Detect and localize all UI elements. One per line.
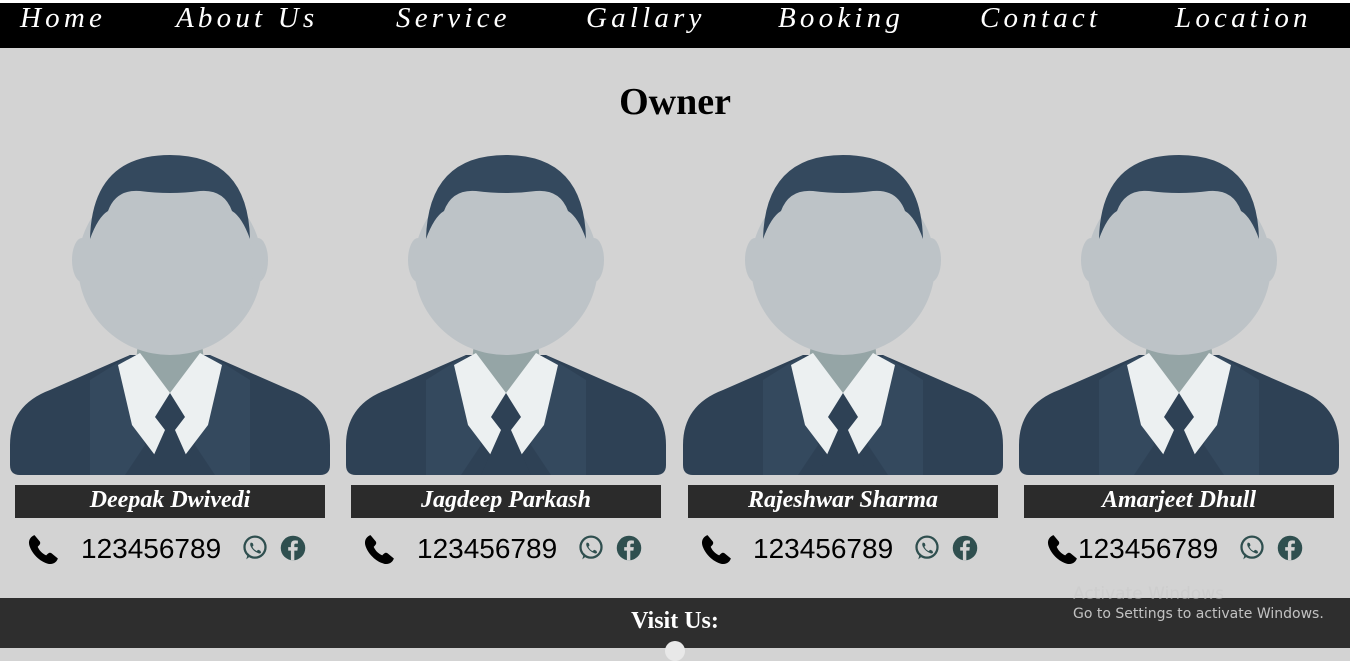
owner-name: Jagdeep Parkash — [351, 485, 661, 518]
phone-icon — [26, 533, 60, 567]
owner-phone: 123456789 — [753, 533, 894, 564]
facebook-icon[interactable] — [279, 534, 307, 562]
phone-icon — [1045, 533, 1079, 567]
owner-contact: 123456789 — [10, 529, 330, 569]
activate-windows-watermark: Activate Windows Go to Settings to activ… — [1073, 584, 1324, 622]
owner-contact: 123456789 — [683, 529, 1003, 569]
person-avatar-icon — [346, 155, 666, 475]
nav-gallary[interactable]: Gallary — [586, 3, 706, 37]
owner-phone: 123456789 — [81, 533, 222, 564]
nav-home[interactable]: Home — [20, 3, 106, 37]
person-avatar-icon — [683, 155, 1003, 475]
nav-location[interactable]: Location — [1175, 3, 1312, 37]
owner-contact: 123456789 — [346, 529, 666, 569]
facebook-icon[interactable] — [951, 534, 979, 562]
whatsapp-icon[interactable] — [1238, 534, 1266, 562]
whatsapp-icon[interactable] — [241, 534, 269, 562]
nav-service[interactable]: Service — [396, 3, 511, 37]
owner-name: Rajeshwar Sharma — [688, 485, 998, 518]
map-marker-icon — [665, 641, 685, 661]
watermark-subtitle: Go to Settings to activate Windows. — [1073, 606, 1324, 622]
owner-name: Deepak Dwivedi — [15, 485, 325, 518]
owner-phone: 123456789 — [1078, 533, 1219, 564]
facebook-icon[interactable] — [615, 534, 643, 562]
phone-icon — [699, 533, 733, 567]
phone-icon — [362, 533, 396, 567]
facebook-icon[interactable] — [1276, 534, 1304, 562]
owner-contact: 123456789 — [1019, 529, 1339, 569]
main-nav: Home About Us Service Gallary Booking Co… — [0, 0, 1350, 48]
nav-booking[interactable]: Booking — [778, 3, 904, 37]
whatsapp-icon[interactable] — [577, 534, 605, 562]
nav-about-us[interactable]: About Us — [176, 3, 318, 37]
section-title: Owner — [619, 81, 731, 123]
person-avatar-icon — [1019, 155, 1339, 475]
watermark-title: Activate Windows — [1073, 584, 1224, 604]
owner-phone: 123456789 — [417, 533, 558, 564]
whatsapp-icon[interactable] — [913, 534, 941, 562]
owner-name: Amarjeet Dhull — [1024, 485, 1334, 518]
nav-contact[interactable]: Contact — [980, 3, 1101, 37]
person-avatar-icon — [10, 155, 330, 475]
